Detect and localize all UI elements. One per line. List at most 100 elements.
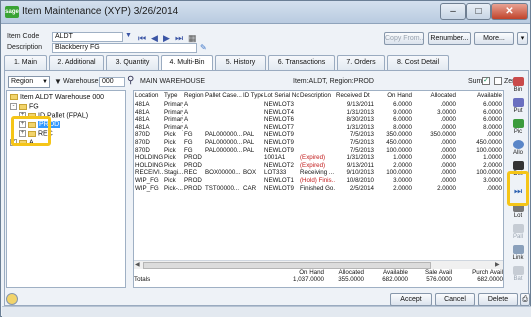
- column-header[interactable]: On Hand: [375, 91, 413, 101]
- table-cell: 481A: [135, 116, 150, 124]
- table-cell: [204, 154, 242, 162]
- help-icon[interactable]: [6, 293, 18, 305]
- tab-history[interactable]: 5. History: [215, 55, 266, 70]
- tree-node-item-root[interactable]: Item ALDT Warehouse 000: [10, 94, 104, 102]
- next-record-icon[interactable]: ▶: [163, 33, 170, 43]
- tab-orders[interactable]: 7. Orders: [337, 55, 385, 70]
- allocate-button[interactable]: Allo: [507, 140, 529, 160]
- scroll-right-icon[interactable]: ▶: [495, 261, 500, 268]
- allocate-icon: [512, 140, 524, 149]
- bin-grid: Location Type Region Pallet Case... ID Type L…: [133, 90, 504, 288]
- table-cell: Receiving ...: [300, 169, 335, 177]
- column-header[interactable]: Description: [299, 91, 335, 101]
- column-header[interactable]: ID Type: [242, 91, 263, 101]
- table-row[interactable]: HOLDING Pick PROD 1001A1 (Expired) 1/31/2013 1…: [134, 154, 503, 162]
- table-cell: 450.0000: [476, 138, 502, 146]
- table-cell: 2/5/2014: [349, 184, 374, 192]
- print-icon[interactable]: ⎙: [520, 293, 530, 306]
- description-input[interactable]: Blackberry FG: [52, 43, 197, 53]
- column-header[interactable]: Type: [163, 91, 183, 101]
- region-select[interactable]: Region ▼: [8, 76, 50, 88]
- collapse-icon[interactable]: -: [10, 103, 17, 110]
- column-header[interactable]: Lot Serial No: [263, 91, 299, 101]
- lookup-icon[interactable]: ▼: [125, 32, 132, 39]
- batch-button[interactable]: Bat: [507, 266, 529, 286]
- previous-record-icon[interactable]: ◀: [151, 33, 158, 43]
- table-cell: [242, 109, 263, 117]
- maximize-button[interactable]: □: [466, 3, 491, 20]
- table-row[interactable]: 481A PrimaryA NEWLOT7 1/31/2013 8.0000 .0000 8…: [134, 124, 503, 132]
- minimize-button[interactable]: –: [440, 3, 466, 20]
- table-cell: .0000: [440, 146, 456, 154]
- table-cell: 481A: [135, 123, 150, 131]
- tab-cost-detail[interactable]: 8. Cost Detail: [387, 55, 449, 70]
- table-row[interactable]: 481A PrimaryA NEWLOT6 8/30/2013 6.0000 .0000 6…: [134, 116, 503, 124]
- column-header[interactable]: Received Dt: [335, 91, 375, 101]
- cancel-button[interactable]: Cancel: [435, 293, 475, 306]
- last-record-icon[interactable]: ⏭: [175, 33, 183, 43]
- table-row[interactable]: WIP_FG Pick-... PROD TST00000... CAR NEWLOT9 F…: [134, 185, 503, 193]
- tab-quantity[interactable]: 3. Quantity: [106, 55, 159, 70]
- column-header[interactable]: Available: [457, 91, 503, 101]
- more-button[interactable]: More...: [474, 32, 514, 45]
- allocate-button-label: Allo: [512, 150, 523, 156]
- column-header[interactable]: Location: [134, 91, 163, 101]
- pick-icon: [512, 119, 524, 128]
- sum-checkbox[interactable]: ✓: [482, 77, 490, 85]
- column-header[interactable]: Allocated: [413, 91, 457, 101]
- warehouse-input[interactable]: 000: [99, 77, 125, 87]
- table-row[interactable]: WIP_FG Pick PROD NEWLOT1 (Hold) Finis... 10/8…: [134, 177, 503, 185]
- table-cell: 1.0000: [393, 154, 412, 162]
- column-header[interactable]: Region: [183, 91, 204, 101]
- scrollbar-thumb[interactable]: [143, 262, 431, 269]
- table-cell: Primary: [164, 123, 183, 131]
- tree-node-fg[interactable]: - FG: [10, 103, 39, 111]
- window-title: Item Maintenance (XYP) 3/26/2014: [22, 6, 179, 17]
- table-row[interactable]: 870D Pick FG PAL000000... PAL NEWLOT9 7/5/2013…: [134, 131, 503, 139]
- pallet-button[interactable]: Pall: [507, 224, 529, 244]
- table-row[interactable]: RECEIVI... Stagi... REC BOX00000... BOX LOT33…: [134, 169, 503, 177]
- table-row[interactable]: 481A PrimaryA NEWLOT4 1/31/2013 9.0000 3.0000…: [134, 109, 503, 117]
- tab-additional[interactable]: 2. Additional: [49, 55, 104, 70]
- table-cell: .0000: [440, 161, 456, 169]
- table-cell: .0000: [440, 123, 456, 131]
- table-cell: [204, 124, 242, 132]
- table-row[interactable]: 870D Pick FG PAL000000... PAL NEWLOT9 7/5/2013…: [134, 147, 503, 155]
- table-row[interactable]: 481A PrimaryA NEWLOT3 9/13/2011 6.0000 .0000 6…: [134, 101, 503, 109]
- tab-multi-bin[interactable]: 4. Multi-Bin: [161, 55, 213, 71]
- table-cell: (Expired): [300, 161, 326, 169]
- bin-button-label: Bin: [513, 87, 523, 93]
- close-button[interactable]: ✕: [491, 3, 528, 20]
- table-cell: 3.0000: [393, 176, 412, 184]
- tab-transactions[interactable]: 6. Transactions: [268, 55, 335, 70]
- table-cell: Stagi...: [164, 169, 183, 177]
- search-icon[interactable]: ⚲: [127, 75, 134, 86]
- table-row[interactable]: 870D Pick FG PAL000000... PAL NEWLOT9 7/5/2013…: [134, 139, 503, 147]
- zero-checkbox[interactable]: [494, 77, 502, 85]
- accept-button[interactable]: Accept: [390, 293, 432, 306]
- table-cell: CAR: [243, 184, 257, 192]
- pick-button[interactable]: Pic: [507, 119, 529, 139]
- memo-icon[interactable]: ✎: [200, 43, 207, 52]
- column-header[interactable]: Pallet Case...: [204, 91, 242, 101]
- scroll-left-icon[interactable]: ◀: [135, 261, 140, 268]
- lot-button[interactable]: Lot: [507, 203, 529, 223]
- renumber-button[interactable]: Renumber...: [428, 32, 471, 45]
- link-button[interactable]: Link: [507, 245, 529, 265]
- table-cell: PROD: [184, 161, 202, 169]
- dropdown-arrow-icon[interactable]: ▼: [54, 77, 62, 86]
- copy-from-button[interactable]: Copy From...: [384, 32, 424, 45]
- delete-button[interactable]: Delete: [478, 293, 518, 306]
- put-button[interactable]: Put: [507, 98, 529, 118]
- tab-main[interactable]: 1. Main: [4, 55, 47, 70]
- more-dropdown-button[interactable]: ▾: [517, 32, 528, 45]
- table-cell: NEWLOT6: [264, 116, 294, 124]
- table-cell: .0000: [486, 184, 502, 192]
- table-cell: 100.0000: [476, 146, 502, 154]
- bin-button[interactable]: Bin: [507, 77, 529, 97]
- item-code-input[interactable]: ALDT: [52, 32, 123, 42]
- table-row[interactable]: HOLDING Pick PROD NEWLOT2 (Expired) 9/13/2011…: [134, 162, 503, 170]
- grid-view-icon[interactable]: ▦: [188, 33, 197, 43]
- horizontal-scrollbar[interactable]: ◀ ▶: [134, 260, 503, 269]
- first-record-icon[interactable]: ⏮: [138, 33, 146, 43]
